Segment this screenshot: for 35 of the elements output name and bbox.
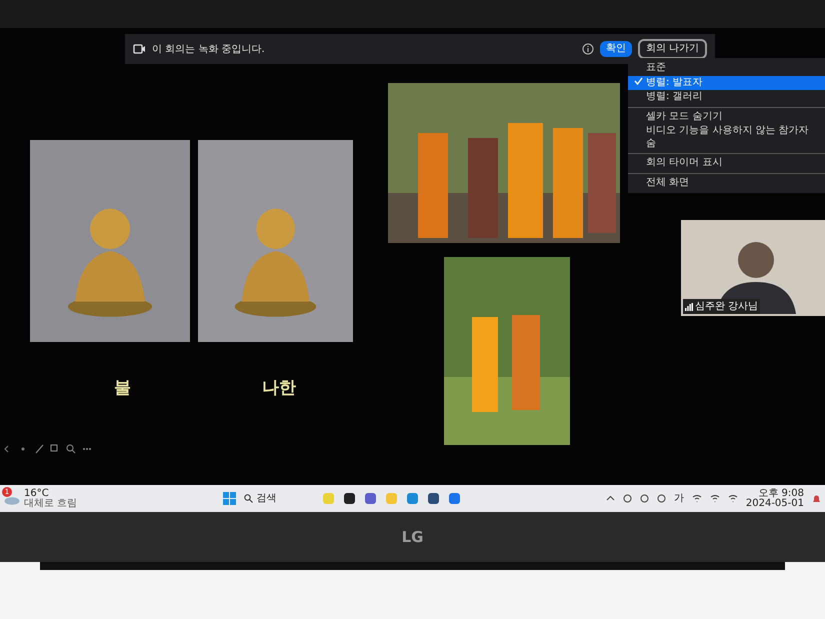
laptop-logo: LG [402,526,424,548]
menu-item[interactable]: 비디오 기능을 사용하지 않는 참가자 숨 [628,124,825,151]
chevron-up-icon[interactable] [606,494,615,503]
browser-icon[interactable] [406,492,419,505]
slide-caption: 나한 [262,377,296,400]
wifi-icon[interactable] [692,494,702,503]
app-icon[interactable] [342,492,356,505]
slide-caption: 불 [114,377,131,400]
signal-icon [685,302,693,310]
participant-name: 심주완 강사님 [695,300,758,314]
menu-item[interactable]: 병렬: 발표자 [628,76,825,90]
taskbar-search[interactable]: 검색 [244,491,314,506]
info-icon[interactable] [582,43,594,55]
check-icon [634,76,643,84]
zoom-icon[interactable] [66,444,76,454]
input-method-indicator[interactable]: 가 [674,491,684,506]
menu-item[interactable]: 표준 [628,61,825,76]
bell-icon[interactable] [812,494,821,504]
menu-item[interactable]: 회의 타이머 표시 [628,156,825,170]
clock-date[interactable]: 2024-05-01 [746,498,804,508]
recording-notice: 이 회의는 녹화 중입니다. [152,42,265,56]
weather-condition: 대체로 흐림 [24,498,78,508]
windows-start-icon[interactable] [222,492,236,505]
recording-icon [133,44,146,54]
pen-icon[interactable] [34,444,44,454]
clock-time[interactable]: 오후 9:08 [746,488,804,498]
weather-icon [4,496,20,504]
temperature: 16°C [24,488,50,498]
search-icon [244,494,253,503]
menu-item[interactable]: 전체 화면 [628,176,825,190]
menu-item[interactable]: 병렬: 갤러리 [628,90,825,104]
shapes-icon[interactable] [50,444,60,454]
store-icon[interactable] [426,492,440,505]
confirm-button[interactable]: 확인 [600,41,632,57]
menu-item[interactable]: 셀카 모드 숨기기 [628,110,825,124]
